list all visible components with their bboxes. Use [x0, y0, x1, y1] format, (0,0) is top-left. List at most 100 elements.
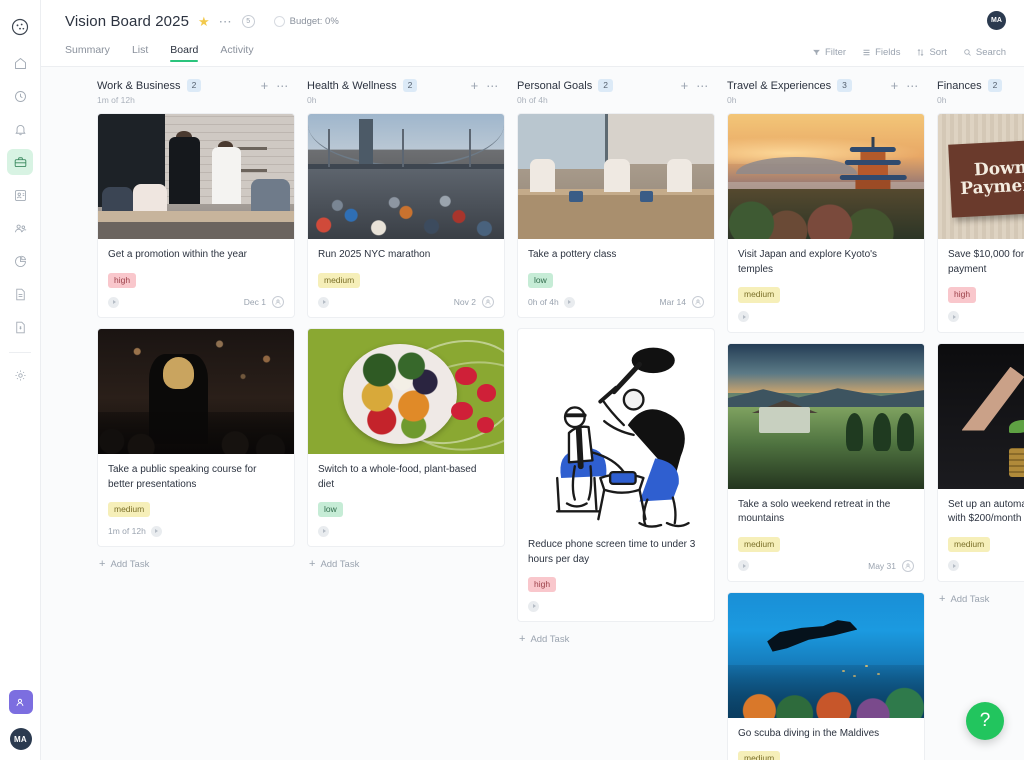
task-card[interactable]: Switch to a whole-food, plant-based diet…	[307, 328, 505, 548]
sidebar-item-team[interactable]	[7, 215, 33, 241]
sidebar-item-home[interactable]	[7, 50, 33, 76]
add-task-label: Add Task	[110, 559, 150, 571]
sidebar-item-projects[interactable]	[7, 149, 33, 175]
header-avatar[interactable]: MA	[987, 11, 1006, 30]
task-card[interactable]: Get a promotion within the year high Dec…	[97, 113, 295, 319]
task-card[interactable]: Reduce phone screen time to under 3 hour…	[517, 328, 715, 623]
task-card[interactable]: DownPayment Save $10,000 for a house dow…	[937, 113, 1024, 333]
add-card-icon[interactable]: +	[891, 79, 899, 92]
column-menu-icon[interactable]: ⋯	[696, 80, 709, 92]
task-card[interactable]: Run 2025 NYC marathon medium Nov 2	[307, 113, 505, 319]
ellipsis-icon[interactable]: ⋯	[219, 15, 233, 28]
budget-label: Budget: 0%	[289, 16, 339, 27]
card-image	[308, 329, 504, 455]
board-canvas: Work & Business 2 + ⋯ 1m of 12h Get a pr…	[41, 67, 1024, 760]
task-card[interactable]: Take a pottery class low 0h of 4h Mar 14	[517, 113, 715, 319]
time-tracked: 1m of 12h	[108, 526, 146, 537]
sidebar-item-notifications[interactable]	[7, 116, 33, 142]
plus-icon: +	[99, 558, 106, 571]
down-payment-image: Down Payment	[938, 114, 1024, 240]
assignee-avatar[interactable]	[902, 559, 914, 572]
priority-badge: high	[528, 577, 557, 593]
task-card[interactable]: Take a public speaking course for better…	[97, 328, 295, 548]
app-logo-icon[interactable]	[7, 14, 33, 40]
plus-icon: +	[939, 592, 946, 605]
avatar[interactable]: MA	[9, 728, 32, 750]
column-title: Health & Wellness	[307, 79, 397, 92]
task-card[interactable]: Visit Japan and explore Kyoto's temples …	[727, 113, 925, 333]
assignee-avatar[interactable]	[272, 296, 284, 309]
card-image	[308, 114, 504, 240]
add-card-icon[interactable]: +	[471, 79, 479, 92]
sidebar-item-recent[interactable]	[7, 83, 33, 109]
tab-activity[interactable]: Activity	[220, 44, 253, 62]
help-icon[interactable]: ?	[966, 702, 1004, 740]
column-menu-icon[interactable]: ⋯	[906, 80, 919, 92]
members-badge[interactable]: 5	[241, 15, 255, 28]
fields-button[interactable]: Fields	[862, 47, 900, 58]
card-title: Visit Japan and explore Kyoto's temples	[738, 249, 878, 275]
office-handshake-image	[98, 114, 294, 240]
fields-label: Fields	[875, 47, 901, 58]
start-timer-button[interactable]	[318, 296, 329, 308]
search-button[interactable]: Search	[963, 47, 1006, 58]
column-menu-icon[interactable]: ⋯	[276, 80, 289, 92]
rail-bottom-group: MA	[0, 690, 41, 750]
start-timer-button[interactable]	[948, 560, 959, 572]
card-image	[98, 114, 294, 240]
card-image	[728, 114, 924, 240]
start-timer-button[interactable]	[738, 560, 749, 572]
start-timer-button[interactable]	[318, 525, 329, 537]
task-card[interactable]: Take a solo weekend retreat in the mount…	[727, 342, 925, 582]
add-user-icon[interactable]	[8, 690, 33, 714]
sidebar-item-reports[interactable]	[7, 248, 33, 274]
column-count-badge: 3	[837, 79, 852, 93]
column-header: Personal Goals 2 + ⋯ 0h of 4h	[517, 79, 715, 105]
board-toolbar: Filter Fields Sort Search	[812, 47, 1006, 58]
assignee-avatar[interactable]	[482, 296, 494, 309]
column-menu-icon[interactable]: ⋯	[486, 80, 499, 92]
add-task-button[interactable]: + Add Task	[307, 557, 505, 572]
sidebar-item-settings[interactable]	[7, 362, 33, 388]
start-timer-button[interactable]	[948, 311, 959, 323]
due-date: May 31	[868, 560, 896, 571]
fields-icon	[863, 49, 870, 56]
filter-button[interactable]: Filter	[812, 47, 846, 58]
tab-board[interactable]: Board	[170, 44, 199, 62]
due-date: Nov 2	[453, 297, 476, 308]
card-title: Reduce phone screen time to under 3 hour…	[528, 539, 696, 565]
tab-summary[interactable]: Summary	[65, 44, 110, 62]
plus-icon: +	[309, 558, 316, 571]
add-task-button[interactable]: + Add Task	[97, 557, 295, 572]
priority-badge: medium	[738, 287, 781, 303]
scuba-diving-image	[728, 592, 924, 718]
star-icon[interactable]: ★	[198, 15, 210, 28]
add-card-icon[interactable]: +	[681, 79, 689, 92]
task-card[interactable]: Set up an automated investment plan with…	[937, 342, 1024, 582]
column-count-badge: 2	[186, 79, 202, 93]
start-timer-button[interactable]	[528, 600, 539, 612]
board-columns: Work & Business 2 + ⋯ 1m of 12h Get a pr…	[41, 79, 1024, 760]
task-card[interactable]: Go scuba diving in the Maldives medium	[727, 591, 925, 760]
card-image	[728, 592, 924, 718]
add-card-icon[interactable]: +	[261, 79, 269, 92]
budget-chip[interactable]: Budget: 0%	[273, 16, 339, 27]
sidebar-item-contacts[interactable]	[7, 182, 33, 208]
screen-time-illustration	[518, 329, 714, 530]
card-image	[98, 329, 294, 455]
card-image	[518, 329, 714, 530]
card-image	[728, 343, 924, 489]
start-timer-button[interactable]	[738, 311, 749, 323]
add-task-button[interactable]: + Add Task	[517, 632, 715, 647]
priority-badge: medium	[738, 536, 781, 552]
start-timer-button[interactable]	[108, 296, 119, 308]
start-timer-button[interactable]	[563, 296, 575, 308]
sort-button[interactable]: Sort	[916, 47, 947, 58]
sidebar-item-invoices[interactable]	[7, 314, 33, 340]
sort-label: Sort	[929, 47, 947, 58]
assignee-avatar[interactable]	[692, 296, 704, 309]
tab-list[interactable]: List	[132, 44, 148, 62]
add-task-button[interactable]: + Add Task	[937, 592, 1024, 607]
sidebar-item-documents[interactable]	[7, 281, 33, 307]
start-timer-button[interactable]	[150, 525, 162, 537]
